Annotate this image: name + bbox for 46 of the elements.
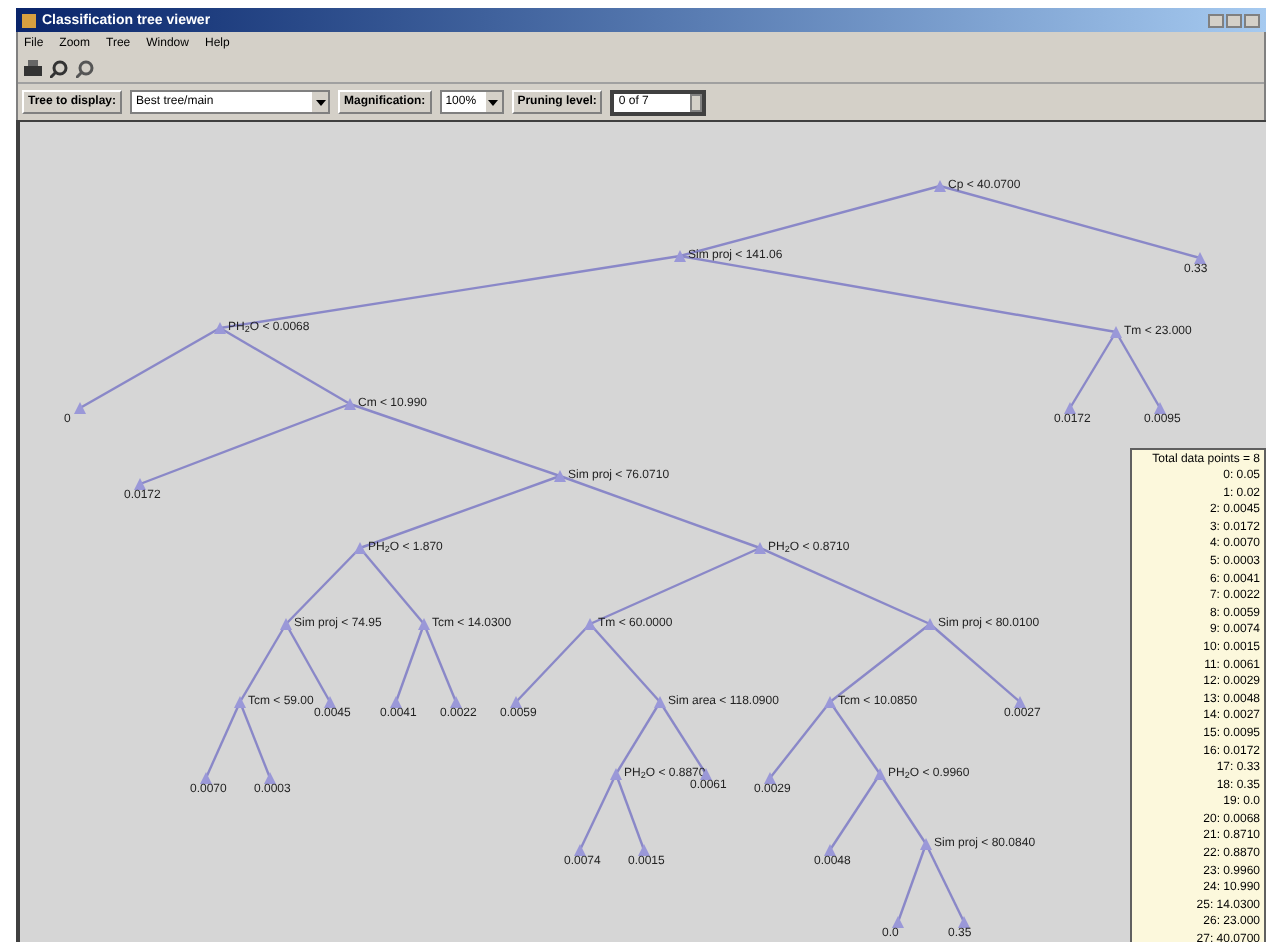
node-icon[interactable] <box>654 696 666 708</box>
node-icon[interactable] <box>920 838 932 850</box>
node-icon[interactable] <box>280 618 292 630</box>
node-icon[interactable] <box>510 696 522 708</box>
node-icon[interactable] <box>892 916 904 928</box>
app-icon <box>22 13 36 27</box>
node-icon[interactable] <box>354 542 366 554</box>
node-icon[interactable] <box>610 768 622 780</box>
node-icon[interactable] <box>450 696 462 708</box>
node-icon[interactable] <box>674 250 686 262</box>
node-icon[interactable] <box>1194 252 1206 264</box>
node-icon[interactable] <box>134 478 146 490</box>
node-icon[interactable] <box>390 696 402 708</box>
print-icon[interactable] <box>24 60 42 76</box>
node-icon[interactable] <box>584 618 596 630</box>
spinner-arrows-icon <box>690 93 703 111</box>
node-icon[interactable] <box>754 542 766 554</box>
node-icon[interactable] <box>418 618 430 630</box>
node-icon[interactable] <box>934 180 946 192</box>
node-icon[interactable] <box>924 618 936 630</box>
node-icon[interactable] <box>1014 696 1026 708</box>
node-icon[interactable] <box>214 322 226 334</box>
zoom-out-icon[interactable] <box>76 59 94 77</box>
caret-icon <box>485 92 502 112</box>
node-icon[interactable] <box>764 772 776 784</box>
minimize-icon[interactable] <box>1208 13 1224 27</box>
node-icon[interactable] <box>200 772 212 784</box>
node-icon[interactable] <box>958 916 970 928</box>
node-icon[interactable] <box>1064 402 1076 414</box>
node-icon[interactable] <box>234 696 246 708</box>
close-icon[interactable] <box>1244 13 1260 27</box>
node-icon[interactable] <box>554 470 566 482</box>
node-icon[interactable] <box>1110 326 1122 338</box>
node-icon[interactable] <box>574 844 586 856</box>
node-icon[interactable] <box>344 398 356 410</box>
node-icon[interactable] <box>824 696 836 708</box>
node-icon[interactable] <box>874 768 886 780</box>
caret-icon <box>312 92 329 112</box>
node-icon[interactable] <box>264 772 276 784</box>
node-icon[interactable] <box>74 402 86 414</box>
node-icon[interactable] <box>324 696 336 708</box>
maximize-icon[interactable] <box>1226 13 1242 27</box>
node-icon[interactable] <box>824 844 836 856</box>
node-icon[interactable] <box>1154 402 1166 414</box>
zoom-in-icon[interactable] <box>50 59 68 77</box>
node-icon[interactable] <box>638 844 650 856</box>
